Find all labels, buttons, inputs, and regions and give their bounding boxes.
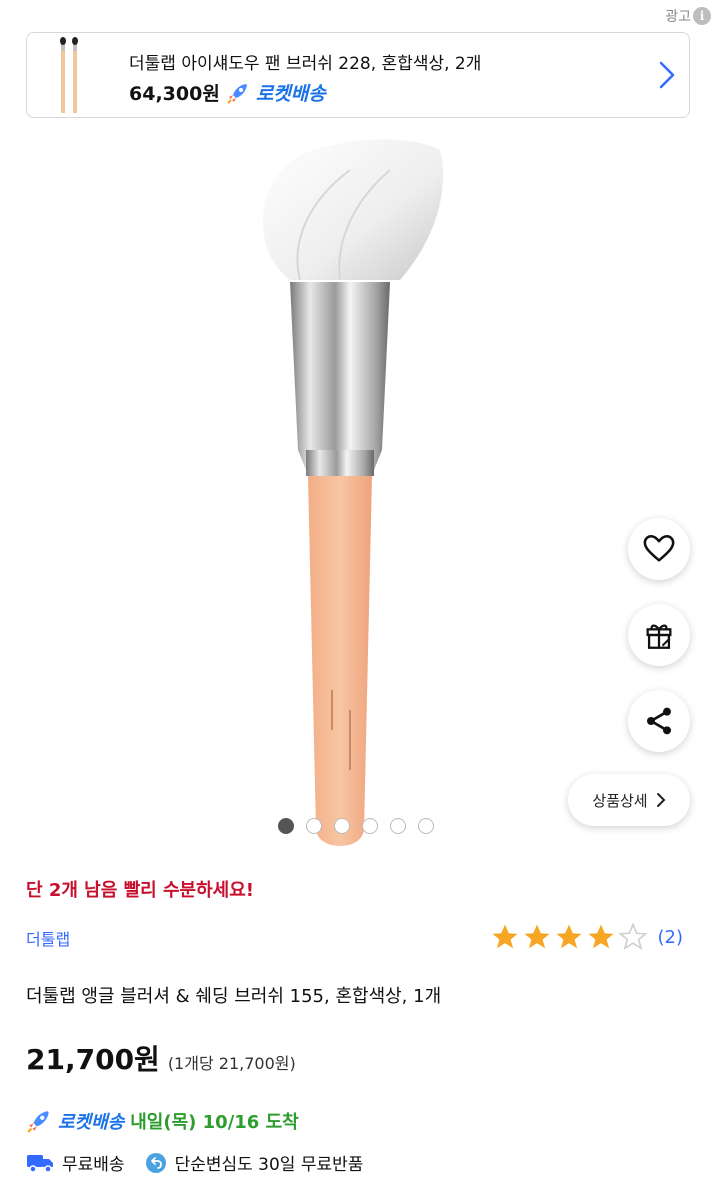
product-detail-label: 상품상세 [592,791,648,810]
gallery-dot[interactable] [362,818,378,834]
product-price: 21,700원 [26,1043,160,1076]
unit-price: (1개당 21,700원) [167,1054,296,1073]
free-return: 단순변심도 30일 무료반품 [145,1150,364,1175]
free-shipping: 무료배송 [26,1150,125,1175]
free-return-label: 단순변심도 30일 무료반품 [174,1155,364,1175]
info-icon[interactable]: i [693,7,711,25]
product-title: 더툴랩 앵글 블러셔 & 쉐딩 브러쉬 155, 혼합색상, 1개 [26,986,442,1007]
return-icon [145,1152,166,1173]
gallery-dot[interactable] [418,818,434,834]
wishlist-button[interactable] [628,518,690,580]
gallery-dot[interactable] [278,818,294,834]
rocket-delivery-badge: 로켓배송 [58,1112,125,1133]
ad-label: 광고 [665,9,691,25]
rocket-delivery-badge: 로켓배송 [255,83,326,105]
share-button[interactable] [628,690,690,752]
product-detail-button[interactable]: 상품상세 [568,774,690,826]
gallery-dot[interactable] [390,818,406,834]
gift-button[interactable] [628,604,690,666]
delivery-date: 내일(목) 10/16 도착 [130,1112,299,1133]
free-shipping-label: 무료배송 [62,1155,125,1175]
product-image[interactable] [150,130,570,850]
star-filled-icon [492,924,517,949]
gallery-dot[interactable] [334,818,350,834]
ad-thumbnail [60,37,78,113]
rocket-icon [27,1111,49,1133]
gallery-dot[interactable] [306,818,322,834]
ad-card[interactable]: 더툴랩 아이섀도우 팬 브러쉬 228, 혼합색상, 2개 64,300원 로켓… [26,32,690,118]
star-filled-icon [556,924,581,949]
price-row: 21,700원 (1개당 21,700원) [26,1038,296,1078]
ad-price: 64,300원 [129,83,220,105]
heart-icon [643,534,675,562]
benefits-row: 무료배송 단순변심도 30일 무료반품 [26,1150,383,1175]
star-filled-icon [524,924,549,949]
rocket-icon [227,83,247,104]
ad-price-row: 64,300원 로켓배송 [129,79,326,106]
truck-icon [27,1154,53,1173]
brand-link[interactable]: 더툴랩 [26,926,70,950]
gallery-pagination [278,818,434,834]
delivery-row: 로켓배송 내일(목) 10/16 도착 [26,1108,299,1134]
star-empty-icon [617,922,648,951]
review-count[interactable]: (2) [658,927,684,948]
chevron-right-icon [656,793,666,807]
stock-warning: 단 2개 남음 빨리 수분하세요! [26,880,254,901]
chevron-right-icon[interactable] [657,59,677,91]
share-icon [647,707,671,735]
star-filled-icon [588,924,613,949]
ad-title[interactable]: 더툴랩 아이섀도우 팬 브러쉬 228, 혼합색상, 2개 [129,49,481,74]
gift-icon [646,624,672,649]
rating[interactable]: (2) [490,922,684,952]
